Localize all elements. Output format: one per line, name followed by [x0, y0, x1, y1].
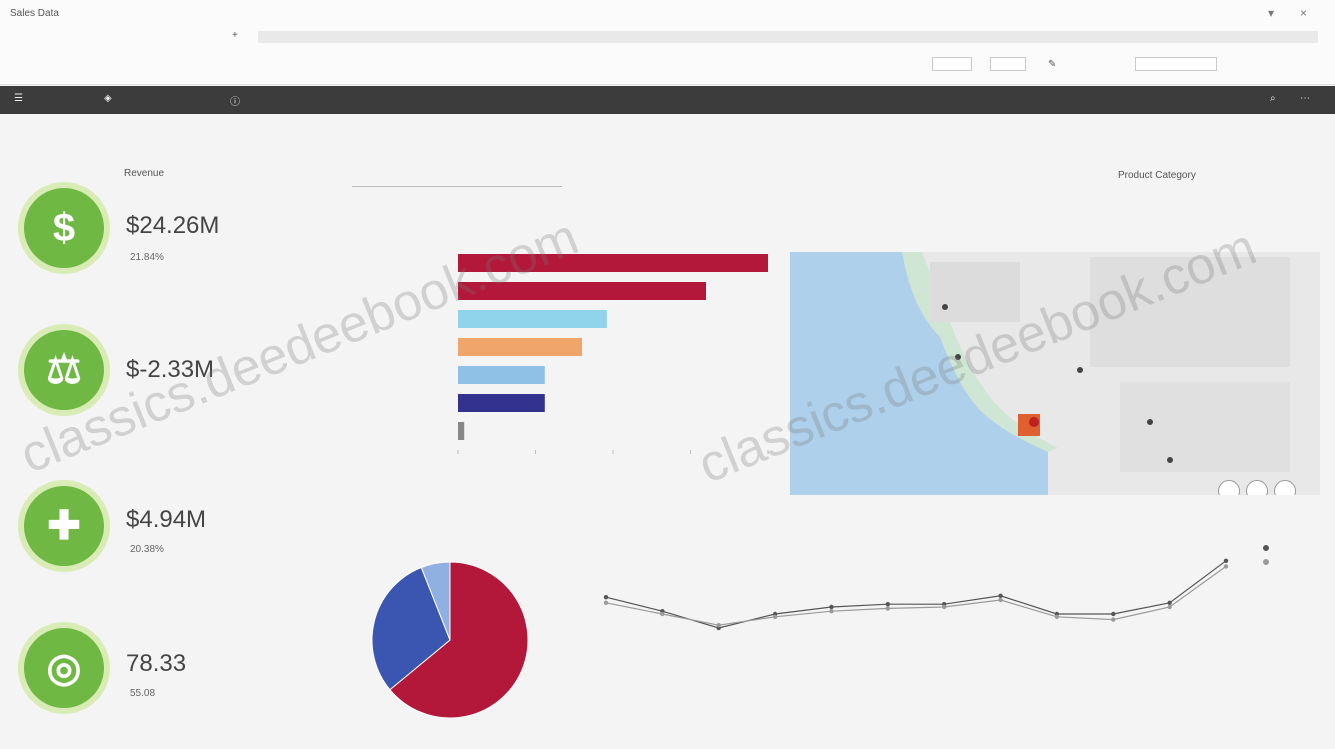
kpi-value: $24.26M	[126, 212, 220, 239]
slicer-right[interactable]: Product Category	[1118, 170, 1196, 181]
window-chrome: Sales Data ▾ × + ✎	[0, 0, 1335, 85]
line-point[interactable]	[1223, 564, 1229, 569]
bar[interactable]	[458, 394, 545, 412]
line-point[interactable]	[1167, 604, 1172, 610]
line-point[interactable]	[829, 604, 834, 610]
bar[interactable]	[458, 366, 545, 384]
menu-icon[interactable]: ☰	[14, 93, 23, 104]
sales-dot[interactable]	[1029, 417, 1039, 427]
dollar-icon: $	[24, 188, 104, 268]
legend-marker	[1263, 559, 1269, 565]
kpi-value: $4.94M	[126, 506, 207, 533]
line-point[interactable]	[603, 595, 609, 600]
info-icon[interactable]: ⓘ	[230, 93, 240, 108]
line-point[interactable]	[660, 611, 665, 617]
kpi-note-value: 21.84%	[130, 252, 164, 263]
new-tab-icon[interactable]: +	[232, 30, 238, 41]
tab-row: +	[0, 26, 1335, 48]
zoom-select[interactable]	[932, 57, 972, 71]
toolbar-right-2[interactable]	[1135, 57, 1217, 71]
line-point[interactable]	[772, 614, 778, 619]
more-icon[interactable]: ⋯	[1300, 93, 1310, 104]
map-zoom-out-icon[interactable]	[1274, 480, 1296, 495]
line-point[interactable]	[885, 606, 891, 611]
minimize-icon[interactable]: ▾	[1268, 6, 1274, 20]
line-point[interactable]	[998, 597, 1003, 603]
kpi-note: 21.84%	[130, 252, 164, 263]
kpi-note: 20.38%	[130, 544, 164, 555]
bar[interactable]	[458, 338, 582, 356]
app-bar: ☰ ◈ ⓘ ⌕ ⋯	[0, 86, 1335, 114]
line-point[interactable]	[829, 609, 834, 614]
slicer-left-underline	[352, 186, 562, 187]
line-series[interactable]	[605, 565, 1227, 626]
map-locate-icon[interactable]	[1218, 480, 1240, 495]
legend-marker	[1263, 545, 1269, 551]
city-dot[interactable]	[1167, 457, 1173, 463]
line-chart	[603, 545, 1269, 631]
line-point[interactable]	[603, 600, 609, 605]
toolbar: ✎	[0, 54, 1335, 76]
line-point[interactable]	[716, 623, 721, 628]
kpi-note-value: 55.08	[130, 688, 156, 699]
line-point[interactable]	[1111, 611, 1116, 617]
target-icon: ◎	[24, 628, 104, 708]
edit-icon[interactable]: ✎	[1048, 59, 1056, 70]
line-point[interactable]	[998, 593, 1003, 598]
close-icon[interactable]: ×	[1300, 6, 1307, 20]
line-point[interactable]	[1167, 600, 1172, 605]
land-block	[1120, 382, 1290, 472]
line-point[interactable]	[1223, 558, 1229, 563]
kpi-note-value: 20.38%	[130, 544, 164, 555]
app-logo-icon: ◈	[104, 93, 112, 104]
pie-chart	[371, 561, 529, 719]
map-zoom-in-icon[interactable]	[1246, 480, 1268, 495]
line-series[interactable]	[605, 560, 1227, 629]
city-dot[interactable]	[942, 304, 948, 310]
line-point[interactable]	[885, 602, 891, 607]
search-icon[interactable]: ⌕	[1270, 93, 1276, 104]
city-dot[interactable]	[1147, 419, 1153, 425]
kpi-value: 78.33	[126, 650, 187, 677]
plus-icon: ✚	[24, 486, 104, 566]
line-point[interactable]	[1054, 614, 1060, 619]
window-title: Sales Data	[10, 8, 59, 19]
kpi-label: Revenue	[124, 168, 165, 179]
address-bar[interactable]	[258, 31, 1318, 43]
bar[interactable]	[458, 422, 465, 440]
line-point[interactable]	[1111, 617, 1116, 622]
line-point[interactable]	[941, 604, 947, 610]
city-dot[interactable]	[1077, 367, 1083, 373]
bar[interactable]	[458, 310, 607, 328]
kpi-note: 55.08	[130, 688, 155, 699]
size-select[interactable]	[990, 57, 1026, 71]
